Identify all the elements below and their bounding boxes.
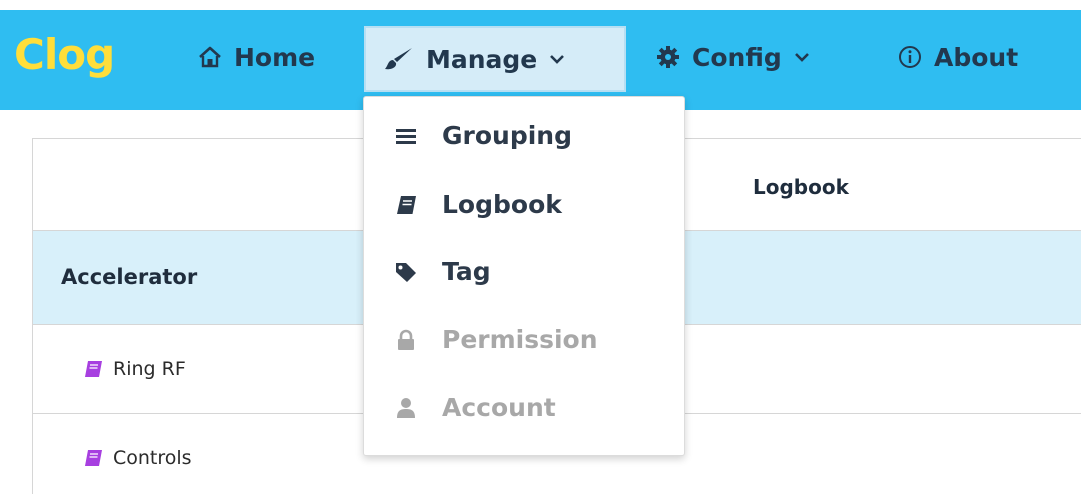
- top-navbar: Clog Home Manage Config About: [0, 10, 1081, 110]
- menu-item-label: Permission: [442, 325, 598, 354]
- book-icon: [83, 360, 103, 378]
- menu-item-permission: Permission: [392, 325, 598, 354]
- nav-home-label: Home: [234, 42, 316, 72]
- manage-dropdown-menu: Grouping Logbook Tag Permission Account: [363, 96, 685, 456]
- brush-icon: [384, 46, 414, 72]
- tag-icon: [392, 261, 420, 283]
- brand-logo[interactable]: Clog: [14, 30, 115, 79]
- home-icon: [198, 46, 222, 68]
- nav-manage-label: Manage: [426, 44, 538, 74]
- menu-item-label: Grouping: [442, 121, 572, 150]
- menu-item-tag[interactable]: Tag: [392, 257, 491, 286]
- nav-config-label: Config: [692, 42, 782, 72]
- nav-about-label: About: [934, 42, 1019, 72]
- menu-item-grouping[interactable]: Grouping: [392, 121, 572, 150]
- nav-config[interactable]: Config: [656, 24, 810, 90]
- logbook-name: Ring RF: [113, 358, 186, 380]
- bars-icon: [392, 127, 420, 145]
- info-icon: [898, 45, 922, 69]
- book-icon: [392, 195, 420, 215]
- column-header-logbook: Logbook: [753, 175, 849, 199]
- book-icon: [83, 449, 103, 467]
- gear-icon: [656, 45, 680, 69]
- menu-item-label: Logbook: [442, 190, 562, 219]
- menu-item-label: Account: [442, 393, 556, 422]
- user-icon: [392, 397, 420, 419]
- lock-icon: [392, 329, 420, 351]
- chevron-down-icon: [794, 51, 810, 63]
- logbook-name: Controls: [113, 447, 192, 469]
- group-name: Accelerator: [61, 265, 198, 289]
- nav-home[interactable]: Home: [198, 24, 315, 90]
- nav-about[interactable]: About: [898, 24, 1018, 90]
- menu-item-label: Tag: [442, 257, 491, 286]
- menu-item-account: Account: [392, 393, 556, 422]
- chevron-down-icon: [549, 53, 565, 65]
- menu-item-logbook[interactable]: Logbook: [392, 190, 562, 219]
- nav-manage[interactable]: Manage: [364, 26, 626, 92]
